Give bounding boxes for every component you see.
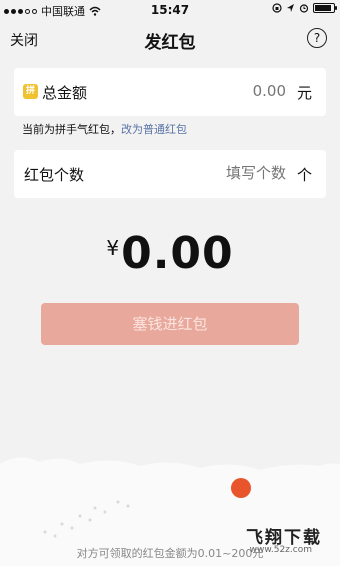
page-title: 发红包 bbox=[144, 33, 196, 53]
count-card[interactable]: 红包个数 个 bbox=[14, 150, 326, 198]
currency-symbol: ¥ bbox=[106, 236, 120, 260]
amount-card[interactable]: 拼 总金额 元 bbox=[14, 68, 326, 116]
total-amount: 0.00 bbox=[121, 228, 234, 279]
location-icon bbox=[287, 4, 294, 12]
count-unit: 个 bbox=[296, 166, 312, 184]
status-bar: 中国联通 15:47 bbox=[0, 0, 340, 20]
orientation-lock-icon bbox=[272, 3, 282, 13]
nav-bar: 关闭 发红包 ? bbox=[0, 22, 340, 58]
amount-unit: 元 bbox=[296, 84, 312, 102]
help-icon[interactable]: ? bbox=[307, 28, 327, 48]
battery-icon bbox=[313, 3, 337, 13]
watermark-logo: 飞翔下载 www.52z.com bbox=[222, 523, 332, 561]
watermark-url: www.52z.com bbox=[249, 545, 312, 555]
alarm-icon bbox=[299, 4, 309, 13]
packet-type-hint: 当前为拼手气红包，改为普通红包 bbox=[22, 121, 187, 137]
status-right bbox=[272, 3, 337, 13]
count-input[interactable] bbox=[166, 164, 286, 182]
switch-to-normal-link[interactable]: 改为普通红包 bbox=[121, 123, 187, 136]
amount-label: 总金额 bbox=[42, 84, 88, 102]
count-label: 红包个数 bbox=[24, 166, 85, 184]
submit-button[interactable]: 塞钱进红包 bbox=[41, 303, 299, 345]
red-envelope-decoration bbox=[231, 478, 251, 498]
lucky-draw-badge-icon: 拼 bbox=[23, 84, 38, 99]
amount-input[interactable] bbox=[166, 82, 286, 100]
total-amount-display: ¥0.00 bbox=[0, 228, 340, 279]
packet-type-text: 当前为拼手气红包， bbox=[22, 123, 121, 136]
